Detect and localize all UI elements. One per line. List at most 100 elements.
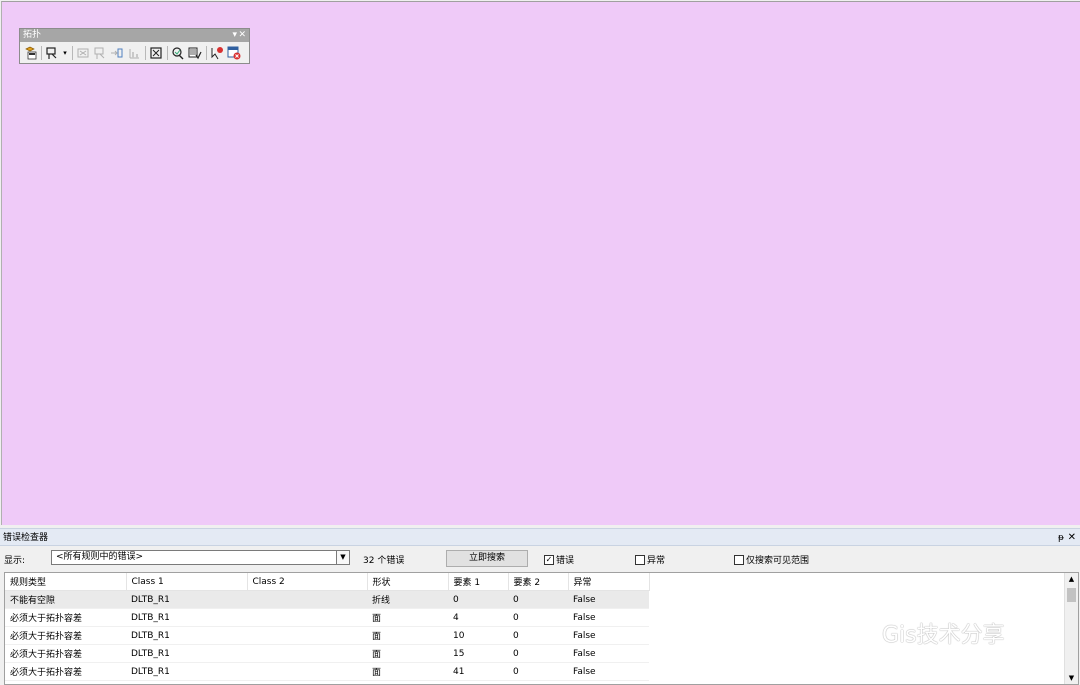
table-row[interactable]: 必须大于拓扑容差DLTB_R1 面430False <box>5 680 649 684</box>
column-header[interactable]: 要素 2 <box>508 573 569 591</box>
table-cell <box>247 626 367 645</box>
table-cell <box>247 662 367 681</box>
scroll-up-icon[interactable]: ▲ <box>1065 575 1078 583</box>
table-cell: 0 <box>508 662 568 681</box>
wechat-logo-icon <box>852 619 878 647</box>
show-label: 显示: <box>4 556 26 566</box>
checkbox-box[interactable]: ✓ <box>544 554 554 565</box>
watermark-text: Gis技术分享 <box>882 623 1005 648</box>
checkbox-box[interactable] <box>734 554 744 565</box>
table-cell: 0 <box>448 590 508 609</box>
table-row[interactable]: 必须大于拓扑容差 DLTB_R1 面 15 0 False <box>5 644 649 663</box>
error-inspector-panel: 错误检查器 ᵽ ✕ 显示: <所有规则中的错误> ▼ 32 个错误 立即搜索 ✓… <box>0 528 1080 685</box>
table-row[interactable]: 必须大于拓扑容差 DLTB_R1 面 41 0 False <box>5 662 649 681</box>
table-cell: False <box>568 626 649 645</box>
delete-errors-icon[interactable] <box>226 45 242 61</box>
mark-exception-icon[interactable] <box>209 45 225 61</box>
select-topology-icon[interactable] <box>187 45 203 61</box>
watermark: Gis技术分享 <box>852 617 1005 649</box>
table-cell: DLTB_R1 <box>126 662 247 681</box>
table-cell: 10 <box>448 626 508 645</box>
table-cell: DLTB_R1 <box>126 590 247 609</box>
table-cell <box>247 590 367 609</box>
table-cell: False <box>568 590 649 609</box>
table-cell: 4 <box>448 608 508 627</box>
toolbar-separator <box>206 45 207 60</box>
table-cell: 必须大于拓扑容差 <box>5 608 126 627</box>
table-cell: 必须大于拓扑容差 <box>5 662 126 681</box>
table-cell: 必须大于拓扑容差 <box>5 680 126 684</box>
pin-icon[interactable]: ᵽ <box>1058 529 1064 547</box>
table-cell: 面 <box>367 680 448 684</box>
toolbar-separator <box>41 45 42 60</box>
table-cell: 面 <box>367 608 448 627</box>
table-cell: 必须大于拓扑容差 <box>5 644 126 663</box>
table-cell: 折线 <box>367 590 448 609</box>
table-header-row: 规则类型 Class 1 Class 2 形状 要素 1 要素 2 异常 <box>5 573 650 591</box>
topology-select-icon[interactable] <box>22 45 38 61</box>
toolbar-close-button[interactable]: ✕ <box>238 29 246 42</box>
errors-checkbox[interactable]: ✓ 错误 <box>544 553 574 566</box>
table-cell: DLTB_R1 <box>126 644 247 663</box>
error-inspector-icon[interactable] <box>148 45 164 61</box>
table-cell: 15 <box>448 644 508 663</box>
scroll-thumb[interactable] <box>1067 588 1076 602</box>
toolbar-separator <box>167 45 168 60</box>
exceptions-checkbox[interactable]: 异常 <box>635 553 665 566</box>
validate-visible-icon[interactable] <box>92 45 108 61</box>
toolbar-title-bar[interactable]: 拓扑 ▾ ✕ <box>20 29 249 42</box>
table-cell <box>247 680 367 684</box>
show-rule-value: <所有规则中的错误> <box>56 552 144 562</box>
table-cell: 43 <box>448 680 508 684</box>
table-cell: 41 <box>448 662 508 681</box>
column-header[interactable]: Class 1 <box>126 573 248 591</box>
map-canvas[interactable] <box>1 1 1080 525</box>
exceptions-checkbox-label: 异常 <box>647 556 666 566</box>
table-cell: 面 <box>367 662 448 681</box>
toolbar-menu-button[interactable]: ▾ <box>232 29 237 42</box>
table-cell <box>247 608 367 627</box>
table-row[interactable]: 必须大于拓扑容差 DLTB_R1 面 10 0 False <box>5 626 649 645</box>
table-cell: 面 <box>367 644 448 663</box>
chevron-down-icon[interactable]: ▾ <box>61 45 69 61</box>
table-cell: False <box>568 644 649 663</box>
toolbar-separator <box>145 45 146 60</box>
table-cell: False <box>568 680 649 684</box>
checkbox-box[interactable] <box>635 554 645 565</box>
table-cell: DLTB_R1 <box>126 626 247 645</box>
table-cell: False <box>568 608 649 627</box>
table-row[interactable]: 必须大于拓扑容差 DLTB_R1 面 4 0 False <box>5 608 649 627</box>
topology-edit-icon[interactable] <box>44 45 60 61</box>
column-header[interactable]: Class 2 <box>247 573 368 591</box>
validate-topology-icon[interactable] <box>170 45 186 61</box>
chevron-down-icon[interactable]: ▼ <box>336 551 349 564</box>
toolbar-title: 拓扑 <box>23 30 42 40</box>
visible-extent-checkbox[interactable]: 仅搜索可见范围 <box>734 553 809 566</box>
table-cell: 0 <box>508 680 568 684</box>
error-count: 32 个错误 <box>363 556 405 566</box>
toolbar-separator <box>72 45 73 60</box>
topology-toolbar: 拓扑 ▾ ✕ ▾ <box>19 28 250 64</box>
table-cell: DLTB_R1 <box>126 680 247 684</box>
vertical-scrollbar[interactable]: ▲ ▼ <box>1064 573 1078 684</box>
column-header[interactable]: 异常 <box>568 573 650 591</box>
table-cell: 0 <box>508 626 568 645</box>
column-header[interactable]: 要素 1 <box>448 573 509 591</box>
inspector-title-bar[interactable]: 错误检查器 ᵽ ✕ <box>0 528 1080 546</box>
validate-extent-icon[interactable] <box>75 45 91 61</box>
table-cell: DLTB_R1 <box>126 608 247 627</box>
fix-topology-error-icon[interactable] <box>109 45 125 61</box>
scroll-down-icon[interactable]: ▼ <box>1065 674 1078 682</box>
show-shared-features-icon[interactable] <box>126 45 142 61</box>
visible-extent-checkbox-label: 仅搜索可见范围 <box>746 556 810 566</box>
column-header[interactable]: 规则类型 <box>5 573 127 591</box>
search-now-button[interactable]: 立即搜索 <box>446 550 528 567</box>
table-row[interactable]: 不能有空隙 DLTB_R1 折线 0 0 False <box>5 590 649 609</box>
inspector-title: 错误检查器 <box>3 533 49 543</box>
column-header[interactable]: 形状 <box>367 573 449 591</box>
table-cell <box>247 644 367 663</box>
close-icon[interactable]: ✕ <box>1068 529 1076 547</box>
table-cell: 0 <box>508 644 568 663</box>
show-rule-select[interactable]: <所有规则中的错误> ▼ <box>51 550 350 565</box>
table-cell: 0 <box>508 608 568 627</box>
